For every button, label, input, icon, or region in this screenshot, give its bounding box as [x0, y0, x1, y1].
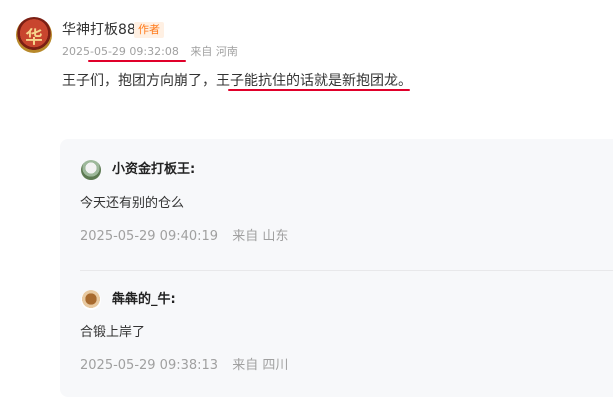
reply-divider [80, 270, 613, 271]
reply-timestamp: 2025-05-29 09:40:19 [80, 229, 219, 244]
reply-author[interactable]: 犇犇的_牛: [112, 292, 176, 308]
content-red-underline [228, 89, 410, 91]
post-location: 来自 河南 [190, 45, 238, 58]
reply-location: 来自 山东 [232, 229, 289, 244]
author-badge: 作者 [134, 22, 164, 38]
post-timestamp: 2025-05-29 09:32:08 [62, 45, 179, 58]
reply-location: 来自 四川 [232, 358, 289, 373]
reply-meta: 2025-05-29 09:38:13 来自 四川 [80, 357, 288, 375]
reply-meta: 2025-05-29 09:40:19 来自 山东 [80, 228, 288, 246]
post-meta: 2025-05-29 09:32:08 来自 河南 [62, 45, 238, 59]
reply-text: 今天还有别的仓么 [80, 196, 185, 211]
timestamp-red-underline [88, 60, 186, 62]
reply-author[interactable]: 小资金打板王: [112, 162, 195, 178]
author-avatar[interactable]: 华 [16, 17, 52, 53]
reply-avatar[interactable] [81, 290, 101, 310]
post-content: 王子们，抱团方向崩了，王子能抗住的话就是新抱团龙。 [62, 73, 412, 89]
author-name[interactable]: 华神打板88 [62, 21, 136, 39]
reply-timestamp: 2025-05-29 09:38:13 [80, 358, 219, 373]
reply-avatar[interactable] [81, 160, 101, 180]
author-avatar-glyph: 华 [25, 27, 43, 48]
reply-text: 合锻上岸了 [80, 325, 146, 340]
comment-thread: 华 华神打板88 作者 2025-05-29 09:32:08 来自 河南 王子… [0, 0, 613, 406]
